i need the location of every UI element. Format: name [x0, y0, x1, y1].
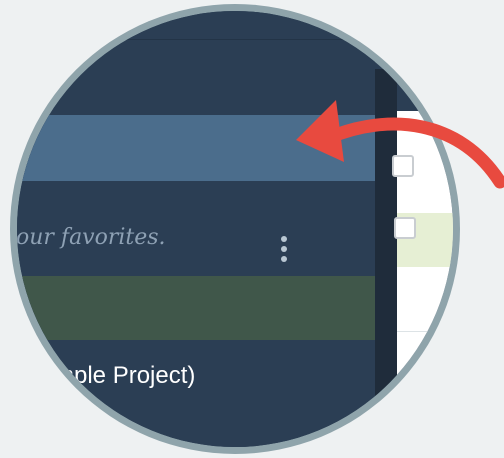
right-pane-row-divider: [397, 331, 453, 332]
pane-divider[interactable]: [375, 69, 397, 447]
kebab-menu-icon[interactable]: [279, 236, 289, 268]
magnifier-lens: our favorites. mple Project): [17, 11, 453, 447]
sidebar-top-divider: [17, 39, 375, 40]
favorites-hint: our favorites.: [17, 225, 166, 250]
sidebar-item-selected[interactable]: [17, 115, 375, 262]
right-pane-header: [397, 11, 453, 111]
zoom-callout: our favorites. mple Project): [0, 0, 504, 458]
sidebar-item-active[interactable]: [17, 276, 375, 340]
row-checkbox[interactable]: [394, 217, 416, 239]
row-checkbox[interactable]: [392, 155, 414, 177]
sidebar: our favorites. mple Project): [17, 11, 375, 447]
sidebar-item-project-label[interactable]: mple Project): [54, 362, 195, 390]
